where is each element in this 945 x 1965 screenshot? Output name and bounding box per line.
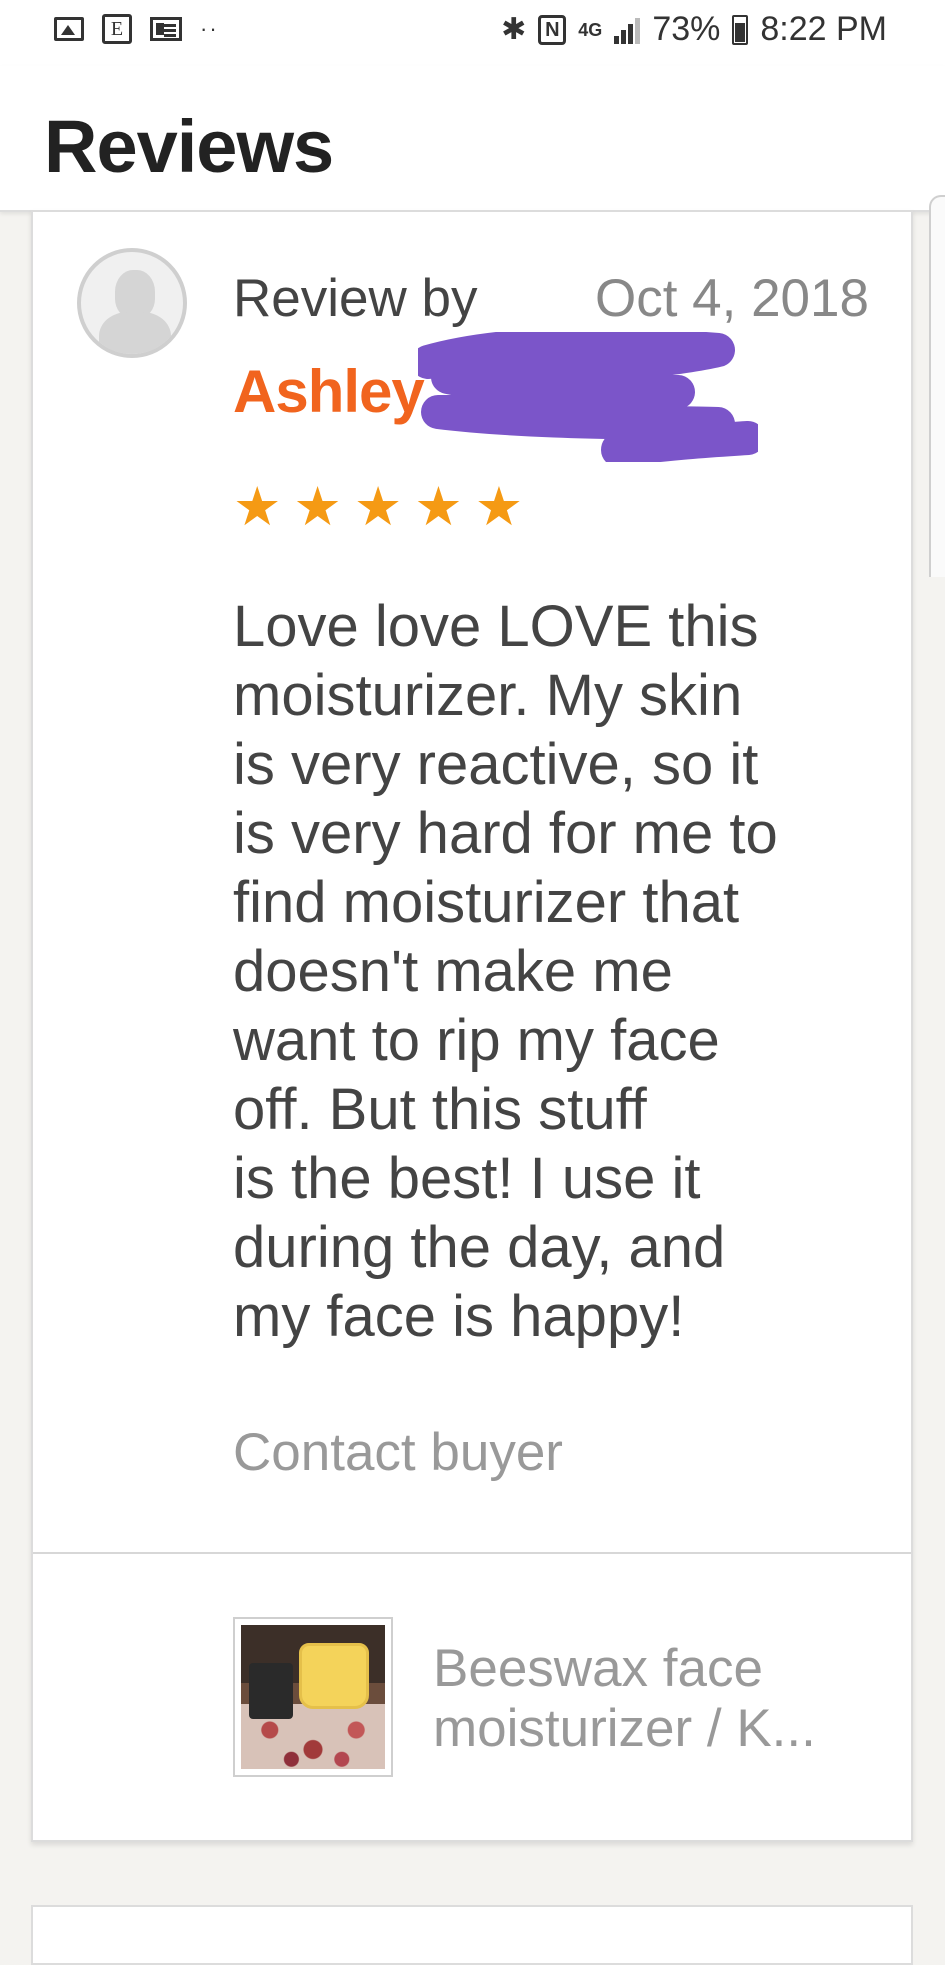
- contact-buyer-link[interactable]: Contact buyer: [233, 1422, 563, 1483]
- news-icon: [150, 17, 182, 41]
- status-bar-left: E ··: [54, 14, 219, 44]
- star-icon: ★: [233, 477, 282, 537]
- bluetooth-icon: ✱: [501, 13, 527, 46]
- reviewer-name-link[interactable]: Ashley: [233, 357, 425, 426]
- avatar-body-shape: [99, 312, 171, 354]
- star-icon: ★: [293, 477, 342, 537]
- review-by-label: Review by: [233, 269, 478, 328]
- product-title-link[interactable]: Beeswax face moisturizer / K...: [433, 1639, 893, 1759]
- review-date: Oct 4, 2018: [594, 269, 869, 328]
- redaction-scribble: [418, 332, 758, 462]
- star-rating: ★ ★ ★ ★ ★: [233, 480, 523, 534]
- signal-icon: [614, 16, 641, 44]
- network-type-label: 4G: [578, 19, 603, 40]
- next-review-card: [31, 1905, 913, 1965]
- star-icon: ★: [414, 477, 463, 537]
- star-icon: ★: [353, 477, 403, 537]
- etsy-icon: E: [102, 14, 132, 44]
- page-title: Reviews: [44, 105, 334, 188]
- review-body: Love love LOVE this moisturizer. My skin…: [233, 594, 778, 1349]
- clock: 8:22 PM: [760, 10, 887, 48]
- product-thumbnail[interactable]: [233, 1617, 393, 1777]
- product-image: [241, 1625, 385, 1769]
- review-card: Review by Oct 4, 2018 Ashley ★ ★ ★ ★ ★ L…: [31, 210, 913, 1842]
- avatar[interactable]: [77, 248, 187, 358]
- battery-icon: [732, 14, 749, 45]
- app-header: Reviews: [0, 66, 945, 212]
- status-bar-right: ✱ N 4G 73% 8:22 PM: [501, 10, 887, 49]
- scrollbar[interactable]: [929, 195, 945, 577]
- star-icon: ★: [474, 477, 524, 537]
- gallery-icon: [54, 17, 84, 41]
- more-dots-icon: ··: [200, 16, 219, 41]
- divider: [33, 1552, 911, 1554]
- status-bar: E ·· ✱ N 4G 73% 8:22 PM: [0, 0, 945, 66]
- battery-percent: 73%: [652, 10, 721, 48]
- nfc-icon: N: [538, 14, 567, 45]
- avatar-head-shape: [115, 270, 155, 318]
